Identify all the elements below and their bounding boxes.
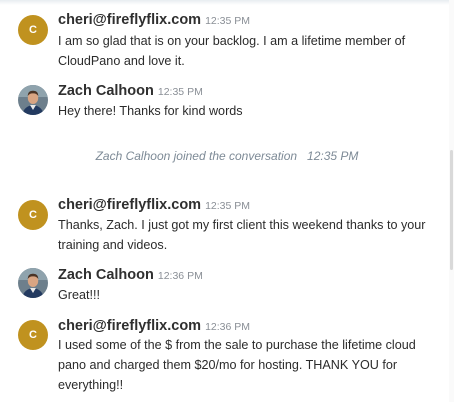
- system-event-text: Zach Calhoon joined the conversation: [95, 149, 298, 163]
- message-text: I am so glad that is on your backlog. I …: [58, 34, 406, 68]
- message-header: Zach Calhoon 12:35 PM: [58, 82, 203, 100]
- message-text: Great!!!: [58, 288, 100, 302]
- sender-name[interactable]: Zach Calhoon: [58, 83, 154, 99]
- scrollbar[interactable]: [449, 0, 454, 402]
- message-header: cheri@fireflyflix.com 12:35 PM: [58, 196, 250, 214]
- system-event-timestamp: 12:35 PM: [307, 149, 359, 163]
- message-header: cheri@fireflyflix.com 12:36 PM: [58, 317, 250, 335]
- user-photo-icon: [18, 85, 48, 115]
- message-text: Hey there! Thanks for kind words: [58, 104, 243, 118]
- sender-name[interactable]: cheri@fireflyflix.com: [58, 197, 201, 213]
- top-divider: [0, 0, 454, 5]
- user-photo-icon: [18, 268, 48, 298]
- message-timestamp: 12:35 PM: [205, 15, 251, 27]
- avatar[interactable]: [18, 85, 48, 115]
- sender-name[interactable]: Zach Calhoon: [58, 267, 154, 283]
- sender-name[interactable]: cheri@fireflyflix.com: [58, 12, 201, 28]
- sender-name[interactable]: cheri@fireflyflix.com: [58, 318, 201, 334]
- scrollbar-thumb[interactable]: [450, 150, 453, 270]
- message-text: Thanks, Zach. I just got my first client…: [58, 218, 426, 252]
- message-timestamp: 12:36 PM: [157, 270, 203, 282]
- avatar[interactable]: C: [18, 15, 48, 45]
- message-timestamp: 12:35 PM: [205, 200, 251, 212]
- message-text: I used some of the $ from the sale to pu…: [58, 338, 416, 392]
- avatar[interactable]: C: [18, 320, 48, 350]
- message-header: cheri@fireflyflix.com 12:35 PM: [58, 11, 250, 29]
- message-timestamp: 12:36 PM: [205, 321, 251, 333]
- message-timestamp: 12:35 PM: [157, 86, 203, 98]
- chat-transcript: C cheri@fireflyflix.com 12:35 PM I am so …: [0, 0, 454, 402]
- system-event: Zach Calhoon joined the conversation 12:3…: [0, 149, 454, 163]
- message-header: Zach Calhoon 12:36 PM: [58, 266, 203, 284]
- avatar[interactable]: [18, 268, 48, 298]
- avatar[interactable]: C: [18, 200, 48, 230]
